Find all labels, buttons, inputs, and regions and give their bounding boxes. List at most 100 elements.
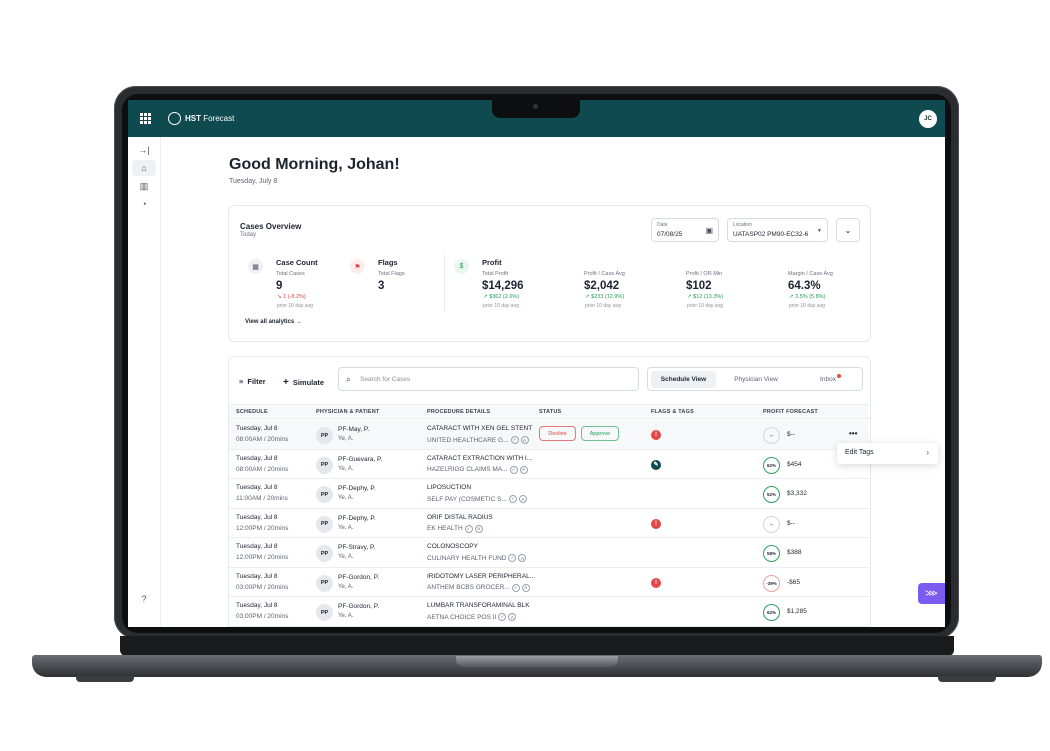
table-row[interactable]: Tuesday, Jul 8 08:00AM / 20mins PP PF-Gu… bbox=[229, 450, 869, 479]
view-all-analytics-link[interactable]: View all analytics → bbox=[245, 319, 302, 325]
date-label: Date bbox=[657, 222, 668, 228]
tab-inbox[interactable]: Inbox bbox=[798, 371, 858, 388]
header-schedule[interactable]: SCHEDULE bbox=[236, 409, 268, 415]
flag-icon: ⚑ bbox=[350, 259, 365, 274]
avatar: PP bbox=[316, 456, 333, 474]
table-row[interactable]: Tuesday, Jul 8 11:00AM / 20mins PP PF-De… bbox=[229, 479, 869, 509]
profit-ring: 62% bbox=[763, 604, 780, 621]
location-label: Location bbox=[733, 222, 752, 228]
decline-button[interactable]: Decline bbox=[539, 426, 576, 441]
overview-title: Cases Overview bbox=[240, 222, 302, 231]
row-physician: PF-May, P. bbox=[338, 426, 370, 433]
auth-icon: A bbox=[521, 583, 530, 592]
filter-label: Filter bbox=[247, 377, 266, 386]
row-profit: $-- bbox=[787, 431, 795, 438]
more-options-icon[interactable]: ••• bbox=[849, 429, 857, 438]
search-icon: ⌕ bbox=[346, 374, 352, 384]
row-payer-wrap: AETNA CHOICE POS II ✓ A bbox=[427, 613, 517, 621]
pie-chart-icon[interactable]: ◔ bbox=[132, 196, 156, 212]
table-row[interactable]: Tuesday, Jul 8 12:00PM / 20mins PP PF-St… bbox=[229, 538, 869, 568]
laptop-hinge bbox=[456, 656, 618, 667]
auth-icon: A bbox=[508, 613, 517, 621]
margin-label: Margin / Case Avg bbox=[788, 271, 833, 277]
laptop-base-top bbox=[120, 636, 954, 656]
profit-ring: -- bbox=[763, 515, 780, 533]
apps-grid-icon[interactable] bbox=[140, 113, 151, 124]
row-context-menu: Edit Tags › bbox=[837, 443, 938, 464]
auth-icon: A bbox=[518, 495, 527, 503]
alert-flag-icon[interactable]: ! bbox=[651, 430, 661, 440]
approve-button[interactable]: Approve bbox=[581, 426, 619, 441]
row-patient: Ye, A. bbox=[338, 613, 354, 619]
flags-value: 3 bbox=[378, 280, 385, 292]
date-field[interactable]: Date 07/08/25 ▣ bbox=[651, 218, 719, 242]
search-input[interactable]: ⌕ Search for Cases bbox=[338, 367, 639, 391]
row-day: Tuesday, Jul 8 bbox=[236, 572, 278, 580]
filter-button[interactable]: ≡ Filter bbox=[239, 377, 266, 386]
calendar-icon: ▣ bbox=[705, 226, 713, 235]
assistant-fab-button[interactable]: ⋙ bbox=[918, 583, 945, 604]
row-patient: Ye, A. bbox=[338, 554, 354, 560]
header-profit-forecast[interactable]: PROFIT FORECAST bbox=[763, 409, 818, 415]
table-row[interactable]: Tuesday, Jul 8 03:00PM / 20mins PP PF-Go… bbox=[229, 568, 869, 597]
location-select[interactable]: Location UATASP02 PM90-EC32-6 ▼ bbox=[727, 218, 828, 242]
verify-icon: ✓ bbox=[511, 583, 520, 592]
verify-icon: ✓ bbox=[464, 524, 473, 533]
row-day: Tuesday, Jul 8 bbox=[236, 484, 278, 491]
row-payer-wrap: CULINARY HEALTH FUND ✓ A bbox=[427, 554, 527, 562]
plus-icon: + bbox=[283, 377, 289, 388]
profit-or-note: prior 10 day avg bbox=[687, 303, 723, 309]
header-procedure[interactable]: PROCEDURE DETAILS bbox=[427, 409, 490, 415]
row-day: Tuesday, Jul 8 bbox=[236, 602, 278, 609]
help-icon[interactable]: ? bbox=[132, 591, 156, 607]
row-procedure: COLONOSCOPY bbox=[427, 543, 478, 550]
user-avatar[interactable]: JC bbox=[919, 110, 937, 128]
home-icon[interactable]: ⌂ bbox=[132, 160, 156, 176]
profit-case-value: $2,042 bbox=[584, 280, 620, 292]
profit-ring: 58% bbox=[763, 545, 780, 562]
row-patient: Ye, A. bbox=[338, 465, 354, 472]
row-time: 03:00PM / 20mins bbox=[236, 583, 289, 591]
edit-tags-item[interactable]: Edit Tags bbox=[845, 449, 874, 456]
alert-flag-icon[interactable]: ! bbox=[651, 577, 661, 588]
simulate-button[interactable]: + Simulate bbox=[283, 377, 324, 388]
profit-ring: 52% bbox=[763, 486, 780, 503]
tab-physician-view[interactable]: Physician View bbox=[722, 371, 790, 388]
row-procedure: IRIDOTOMY LASER PERIPHERAL... bbox=[427, 572, 536, 580]
row-time: 12:00PM / 20mins bbox=[236, 524, 289, 532]
margin-delta: ↗ 3.5% (5.8%) bbox=[789, 294, 826, 300]
row-time: 08:00AM / 20mins bbox=[236, 465, 289, 473]
view-switcher: Schedule View Physician View Inbox bbox=[647, 367, 863, 391]
total-profit-note: prior 10 day avg bbox=[483, 303, 519, 309]
header-flags-tags[interactable]: FLAGS & TAGS bbox=[651, 409, 694, 415]
row-payer: CULINARY HEALTH FUND bbox=[427, 554, 507, 562]
row-patient: Ye, A. bbox=[338, 495, 354, 501]
brand-name-bold: HST bbox=[185, 114, 201, 123]
alert-flag-icon[interactable]: ! bbox=[651, 518, 661, 529]
table-row[interactable]: Tuesday, Jul 8 03:00PM / 20mins PP PF-Go… bbox=[229, 597, 869, 627]
row-procedure: LUMBAR TRANSFORAMINAL BLK bbox=[427, 602, 530, 609]
header-status[interactable]: STATUS bbox=[539, 409, 561, 415]
row-payer: SELF PAY (COSMETIC S... bbox=[427, 495, 507, 503]
sidebar: →| ⌂ ▥ ◔ ? bbox=[128, 137, 161, 627]
expand-overview-button[interactable]: ⌄ bbox=[836, 218, 860, 242]
header-physician-patient[interactable]: PHYSICIAN & PATIENT bbox=[316, 409, 380, 415]
tag-icon[interactable]: ✎ bbox=[651, 459, 661, 470]
row-profit: $3,332 bbox=[787, 490, 807, 497]
caret-down-icon: ▼ bbox=[817, 228, 822, 234]
sparkle-icon: ⋙ bbox=[925, 588, 938, 598]
chart-icon[interactable]: ▥ bbox=[132, 178, 156, 194]
brand-logo[interactable]: HST Forecast bbox=[168, 112, 234, 125]
table-row[interactable]: Tuesday, Jul 8 12:00PM / 20mins PP PF-De… bbox=[229, 509, 869, 538]
inbox-notification-dot bbox=[837, 374, 841, 378]
profit-ring: -39% bbox=[763, 574, 780, 592]
expand-sidebar-icon[interactable]: →| bbox=[132, 142, 156, 158]
tab-schedule-view[interactable]: Schedule View bbox=[651, 371, 716, 388]
greeting-title: Good Morning, Johan! bbox=[229, 156, 400, 173]
verify-icon: ✓ bbox=[508, 495, 517, 503]
main-content: Good Morning, Johan! Tuesday, July 8 Cas… bbox=[161, 137, 945, 627]
profit-or-value: $102 bbox=[686, 280, 712, 292]
row-payer: UNITED HEALTHCARE G... bbox=[427, 436, 509, 444]
table-row[interactable]: Tuesday, Jul 8 08:00AM / 20mins PP PF-Ma… bbox=[229, 420, 869, 450]
row-time: 08:00AM / 20mins bbox=[236, 436, 289, 443]
